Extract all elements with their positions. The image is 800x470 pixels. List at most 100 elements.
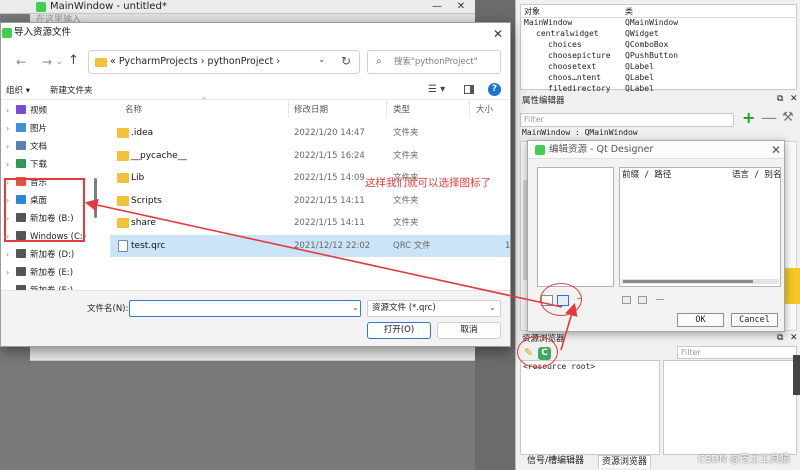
folder-icon [117,173,129,183]
add-files-icon[interactable] [638,296,647,304]
add-prefix-icon[interactable] [622,296,631,304]
column-divider[interactable] [469,100,470,118]
nav-item-label: 下载 [30,160,48,170]
file-type: 文件夹 [393,195,419,206]
close-dock-icon[interactable]: ✕ [790,333,798,343]
nav-item[interactable]: › 视频 [6,102,47,120]
scrollbar-thumb[interactable] [623,280,753,283]
close-dock-icon[interactable]: ✕ [790,94,798,104]
float-dock-icon[interactable]: ⧉ [777,94,783,104]
chevron-down-icon[interactable]: ⌄ [318,55,326,65]
close-window-button[interactable]: ✕ [450,0,472,13]
chevron-right-icon[interactable]: › [6,246,16,264]
file-type: QRC 文件 [393,240,431,251]
column-header-type[interactable]: 类型 [393,104,410,116]
resource-file-list [663,360,797,455]
help-icon[interactable]: ? [488,83,501,96]
cancel-button[interactable]: Cancel [731,313,778,327]
prefix-path-table[interactable] [619,167,781,287]
file-row[interactable]: share 2022/1/15 14:11 文件夹 [110,212,510,234]
chevron-right-icon[interactable]: › [6,120,16,138]
view-options-icon[interactable]: ☰ ▾ [428,84,445,95]
resource-file-list[interactable] [537,167,614,287]
nav-item[interactable]: › 新加卷 (E:) [6,264,73,282]
resource-filter-input[interactable]: Filter [677,346,797,359]
column-header-date[interactable]: 修改日期 [294,104,328,116]
object-tree-item[interactable]: choices [548,39,582,50]
resource-tree [520,360,660,455]
language-alias-column-header: 语言 / 别名 [732,170,782,180]
tab-resource-browser[interactable]: 资源浏览器 [598,455,652,468]
back-arrow-icon[interactable]: ← [16,55,26,69]
chevron-down-icon[interactable]: ⌄ [489,303,496,312]
file-name: share [131,218,156,228]
search-input[interactable]: 搜索"pythonProject" [394,56,478,68]
folder-icon [117,195,129,206]
chevron-right-icon[interactable]: › [6,102,16,120]
nav-item-icon [16,141,26,150]
remove-property-icon[interactable]: — [761,110,777,126]
chevron-right-icon[interactable]: › [6,138,16,156]
object-class-cell: QPushButton [625,51,678,60]
object-tree-item[interactable]: choosepicture [548,50,611,61]
column-header-name[interactable]: 名称 [125,104,142,116]
file-date: 2022/1/15 14:09 [294,173,365,183]
configure-icon[interactable]: ⚒ [782,110,794,126]
add-property-icon[interactable]: + [742,110,755,126]
recent-locations-chevron-icon[interactable]: ⌄ [56,57,63,66]
edit-resources-title: 编辑资源 - Qt Designer [549,144,654,155]
column-divider[interactable] [386,100,387,118]
qt-app-icon [2,28,12,38]
column-header-size[interactable]: 大小 [476,104,493,116]
prefix-path-column-header: 前缀 / 路径 [622,170,672,180]
object-tree-item[interactable]: filedirectory [548,83,611,94]
preview-pane-icon[interactable] [464,85,474,94]
cancel-button[interactable]: 取消 [437,322,501,339]
nav-item-icon [16,123,26,132]
nav-item-icon [16,159,26,168]
chevron-right-icon[interactable]: › [6,264,16,282]
breadcrumb[interactable]: « PycharmProjects › pythonProject › [110,55,280,69]
file-row[interactable]: .idea 2022/1/20 14:47 文件夹 [110,122,510,144]
object-tree-item[interactable]: MainWindow [524,17,572,28]
file-row[interactable]: test.qrc 2021/12/12 22:02 QRC 文件 1 [110,234,510,257]
chevron-down-icon[interactable]: ⌄ [352,303,359,312]
file-row[interactable]: __pycache__ 2022/1/15 16:24 文件夹 [110,145,510,167]
remove-icon[interactable] [656,299,664,300]
up-arrow-icon[interactable]: ↑ [68,53,79,68]
column-divider[interactable] [288,100,289,118]
object-tree-item[interactable]: centralwidget [536,28,599,39]
qrc-file-icon [118,239,128,252]
annotation-circle [540,283,582,316]
file-type-select[interactable]: 资源文件 (*.qrc) [367,300,501,317]
side-edge-widget [793,355,800,395]
float-dock-icon[interactable]: ⧉ [777,333,783,343]
close-icon[interactable]: ✕ [493,27,503,41]
property-filter-input[interactable]: Filter [520,113,734,127]
new-folder-button[interactable]: 新建文件夹 [50,85,93,97]
nav-item[interactable]: › 图片 [6,120,47,138]
side-floating-tool-icon[interactable] [783,268,800,304]
nav-item[interactable]: › 新加卷 (D:) [6,246,74,264]
organize-menu[interactable]: 组织 ▾ [6,85,30,97]
object-tree-item[interactable]: choos…ntent [548,72,601,83]
minimize-button[interactable]: — [426,0,448,13]
open-button[interactable]: 打开(O) [367,322,431,339]
close-icon[interactable]: ✕ [771,142,781,158]
filename-field[interactable] [129,300,361,317]
navigation-scrollbar[interactable] [94,178,97,218]
nav-item[interactable]: › 下载 [6,156,47,174]
object-tree-item[interactable]: choosetext [548,61,596,72]
qt-app-icon [535,145,545,155]
file-date: 2022/1/15 16:24 [294,150,365,161]
chevron-right-icon[interactable]: › [6,156,16,174]
tab-signal-slot-editor[interactable]: 信号/槽编辑器 [527,455,584,467]
file-row[interactable]: Scripts 2022/1/15 14:11 文件夹 [110,190,510,212]
object-class-cell: QMainWindow [625,18,678,27]
forward-arrow-icon[interactable]: → [42,55,52,69]
file-name: .idea [131,128,154,138]
property-editor-title: 属性编辑器 [522,96,565,106]
refresh-icon[interactable]: ↻ [341,54,351,68]
ok-button[interactable]: OK [677,313,724,327]
nav-item[interactable]: › 文档 [6,138,47,156]
